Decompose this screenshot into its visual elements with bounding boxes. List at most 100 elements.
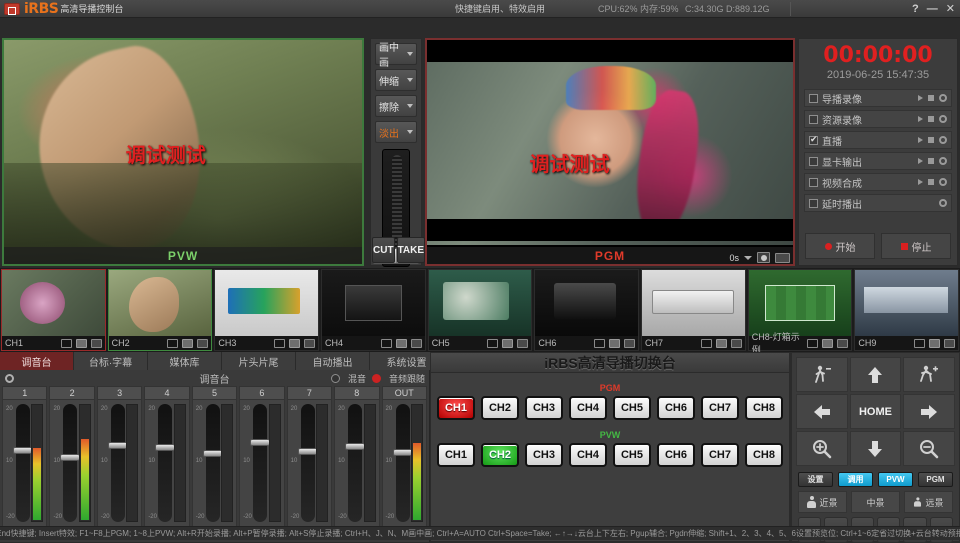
thumbnail-ch7[interactable]: CH7 [641,269,746,351]
pvw-button-ch7[interactable]: CH7 [701,443,739,467]
effect-dropdown[interactable]: 画中画 [375,43,417,65]
pvw-button-ch4[interactable]: CH4 [569,443,607,467]
start-button[interactable]: 开始 [805,233,875,259]
camera-icon[interactable] [289,339,300,348]
snapshot-icon[interactable] [274,339,285,348]
pvw-button-ch5[interactable]: CH5 [613,443,651,467]
camera-icon[interactable] [822,339,833,348]
pgm-button-ch1[interactable]: CH1 [437,396,475,420]
pan-left-button[interactable] [796,394,848,429]
fullscreen-icon[interactable] [624,339,635,348]
play-icon[interactable] [918,158,923,164]
fullscreen-icon[interactable] [944,339,955,348]
program-monitor[interactable]: 调试测试 PGM 0s [425,38,795,266]
gear-icon[interactable] [939,157,947,165]
ptz-target-pvw-button[interactable]: PVW [878,472,913,487]
snapshot-icon[interactable] [381,339,392,348]
mixer-fader-knob[interactable] [250,439,270,446]
play-icon[interactable] [918,179,923,185]
fullscreen-icon[interactable] [91,339,102,348]
preset-set-button[interactable]: 设置 [798,472,833,487]
ptz-target-pgm-button[interactable]: PGM [918,472,953,487]
gear-icon[interactable] [939,115,947,123]
checkbox[interactable] [809,115,818,124]
mixer-fader-track[interactable] [301,404,315,522]
camera-icon[interactable] [929,339,940,348]
scale-dropdown[interactable]: 伸缩 [375,69,417,91]
pgm-button-ch3[interactable]: CH3 [525,396,563,420]
pan-right-button[interactable] [903,394,955,429]
camera-icon[interactable] [76,339,87,348]
checkbox[interactable] [809,199,818,208]
snapshot-icon[interactable] [594,339,605,348]
thumbnail-ch6[interactable]: CH6 [534,269,639,351]
snapshot-icon[interactable] [757,252,770,263]
chevron-down-icon[interactable] [744,256,752,260]
shot-medium-button[interactable]: 中景 [851,491,900,513]
mixer-fader-track[interactable] [16,404,30,522]
checkbox[interactable] [809,136,818,145]
checkbox[interactable] [809,157,818,166]
snapshot-icon[interactable] [807,339,818,348]
fullscreen-icon[interactable] [411,339,422,348]
ptz-home-button[interactable]: HOME [850,394,902,429]
thumbnail-ch8[interactable]: CH8-灯箱示例 [748,269,853,351]
option-row-gpu-output[interactable]: 显卡输出 [804,152,952,170]
option-row-live-stream[interactable]: 直播 [804,131,952,149]
mixer-fader-track[interactable] [253,404,267,522]
fullscreen-icon[interactable] [197,339,208,348]
mixer-fader-track[interactable] [111,404,125,522]
tab-media-library[interactable]: 媒体库 [148,352,222,370]
thumbnail-ch2[interactable]: CH2 [108,269,213,351]
tilt-down-button[interactable] [850,431,902,466]
pgm-button-ch4[interactable]: CH4 [569,396,607,420]
snapshot-icon[interactable] [487,339,498,348]
pvw-button-ch8[interactable]: CH8 [745,443,783,467]
thumbnail-ch4[interactable]: CH4 [321,269,426,351]
option-row-source-record[interactable]: 资源录像 [804,110,952,128]
snapshot-icon[interactable] [701,339,712,348]
pvw-button-ch3[interactable]: CH3 [525,443,563,467]
fullscreen-icon[interactable] [304,339,315,348]
camera-icon[interactable] [716,339,727,348]
mixer-fader-track[interactable] [206,404,220,522]
checkbox[interactable] [809,178,818,187]
stop-button[interactable]: 停止 [881,233,951,259]
mixer-fader-track[interactable] [396,404,410,522]
pgm-button-ch8[interactable]: CH8 [745,396,783,420]
mixer-fader-knob[interactable] [108,442,128,449]
checkbox[interactable] [809,94,818,103]
gear-icon[interactable] [939,94,947,102]
tab-auto-playout[interactable]: 自动播出 [296,352,370,370]
thumbnail-ch9[interactable]: CH9 [854,269,959,351]
mixer-fader-track[interactable] [348,404,362,522]
tab-audio-mixer[interactable]: 调音台 [0,352,74,370]
zoom-out-person-button[interactable] [796,357,848,392]
help-button[interactable]: ? [912,3,919,15]
shot-wide-button[interactable]: 远景 [904,491,953,513]
mixer-fader-knob[interactable] [13,447,33,454]
pvw-button-ch2[interactable]: CH2 [481,443,519,467]
mixer-fader-track[interactable] [63,404,77,522]
zoom-in-person-button[interactable] [903,357,955,392]
pvw-button-ch6[interactable]: CH6 [657,443,695,467]
pgm-button-ch2[interactable]: CH2 [481,396,519,420]
play-icon[interactable] [918,95,923,101]
mixer-fader-knob[interactable] [203,450,223,457]
minimize-button[interactable]: — [927,3,938,15]
mixer-fader-knob[interactable] [345,443,365,450]
camera-icon[interactable] [502,339,513,348]
camera-icon[interactable] [609,339,620,348]
pvw-button-ch1[interactable]: CH1 [437,443,475,467]
option-row-director-record[interactable]: 导播录像 [804,89,952,107]
camera-icon[interactable] [182,339,193,348]
gear-icon[interactable] [939,199,947,207]
thumbnail-ch3[interactable]: CH3 [214,269,319,351]
tab-open-close-clips[interactable]: 片头片尾 [222,352,296,370]
play-icon[interactable] [918,137,923,143]
gear-icon[interactable] [939,178,947,186]
snapshot-icon[interactable] [61,339,72,348]
close-button[interactable]: ✕ [946,2,955,15]
preset-recall-button[interactable]: 调用 [838,472,873,487]
wipe-dropdown[interactable]: 擦除 [375,95,417,117]
